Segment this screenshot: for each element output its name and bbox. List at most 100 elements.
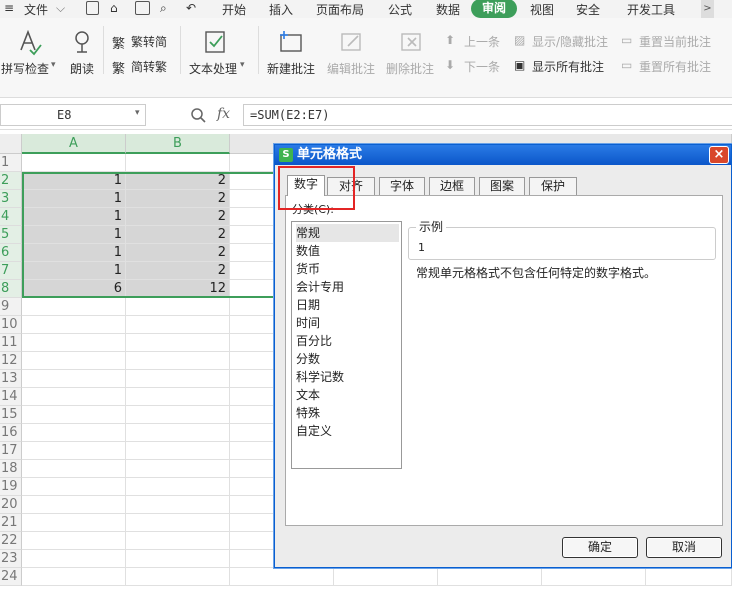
print-icon[interactable] <box>135 1 150 15</box>
category-general[interactable]: 常规 <box>296 224 399 242</box>
row-header[interactable]: 12 <box>0 352 22 370</box>
row-header[interactable]: 20 <box>0 496 22 514</box>
row-header[interactable]: 16 <box>0 424 22 442</box>
row-header[interactable]: 9 <box>0 298 22 316</box>
table-cell[interactable] <box>542 568 646 586</box>
tab-number[interactable]: 数字 <box>287 175 325 196</box>
reset-all-button[interactable]: 重置所有批注 <box>639 58 711 75</box>
prev-comment-button[interactable]: 上一条 <box>464 33 500 50</box>
row-header[interactable]: 13 <box>0 370 22 388</box>
reset-current-button[interactable]: 重置当前批注 <box>639 33 711 50</box>
row-header[interactable]: 5 <box>0 226 22 244</box>
row-header[interactable]: 19 <box>0 478 22 496</box>
table-cell[interactable]: 12 <box>126 280 230 298</box>
fx-icon[interactable]: fx <box>217 106 230 122</box>
read-aloud-button[interactable]: 朗读 <box>70 60 94 77</box>
table-cell[interactable]: 1 <box>22 262 126 280</box>
row-header[interactable]: 4 <box>0 208 22 226</box>
category-percentage[interactable]: 百分比 <box>296 332 399 350</box>
column-header-a[interactable]: A <box>22 134 126 154</box>
table-cell[interactable] <box>22 514 126 532</box>
ok-button[interactable]: 确定 <box>562 537 638 558</box>
spellcheck-dropdown-icon[interactable]: ▾ <box>51 60 56 70</box>
row-header[interactable]: 18 <box>0 460 22 478</box>
table-cell[interactable] <box>22 496 126 514</box>
table-cell[interactable] <box>230 568 334 586</box>
table-cell[interactable] <box>126 496 230 514</box>
tab-developer[interactable]: 开发工具 <box>627 1 675 18</box>
category-date[interactable]: 日期 <box>296 296 399 314</box>
next-comment-button[interactable]: 下一条 <box>464 58 500 75</box>
table-cell[interactable] <box>126 532 230 550</box>
tab-page-layout[interactable]: 页面布局 <box>316 1 364 18</box>
new-comment-button[interactable]: 新建批注 <box>267 60 315 77</box>
format-painter-icon[interactable]: ⌂ <box>110 1 118 15</box>
table-cell[interactable] <box>22 424 126 442</box>
tab-border[interactable]: 边框 <box>429 177 475 195</box>
table-cell[interactable] <box>438 568 542 586</box>
category-accounting[interactable]: 会计专用 <box>296 278 399 296</box>
undo-icon[interactable]: ↶ <box>186 1 196 15</box>
table-cell[interactable]: 2 <box>126 226 230 244</box>
edit-comment-button[interactable]: 编辑批注 <box>327 60 375 77</box>
table-cell[interactable] <box>126 478 230 496</box>
row-header[interactable]: 22 <box>0 532 22 550</box>
hamburger-icon[interactable]: ≡ <box>4 1 14 15</box>
table-cell[interactable] <box>22 298 126 316</box>
tab-review[interactable]: 审阅 <box>471 0 517 18</box>
row-header[interactable]: 14 <box>0 388 22 406</box>
tab-insert[interactable]: 插入 <box>269 1 293 18</box>
text-process-dropdown-icon[interactable]: ▾ <box>240 60 245 70</box>
table-cell[interactable]: 1 <box>22 208 126 226</box>
select-all-corner[interactable] <box>0 134 22 154</box>
table-cell[interactable] <box>22 532 126 550</box>
chevron-down-icon[interactable]: ⌵ <box>56 1 65 16</box>
table-cell[interactable] <box>22 316 126 334</box>
table-cell[interactable]: 1 <box>22 244 126 262</box>
table-cell[interactable] <box>22 550 126 568</box>
row-header[interactable]: 1 <box>0 154 22 172</box>
category-number[interactable]: 数值 <box>296 242 399 260</box>
table-cell[interactable] <box>22 388 126 406</box>
trad-to-simp-button[interactable]: 繁转简 <box>131 33 167 50</box>
table-cell[interactable] <box>126 352 230 370</box>
tab-home[interactable]: 开始 <box>222 1 246 18</box>
row-header[interactable]: 6 <box>0 244 22 262</box>
row-header[interactable]: 24 <box>0 568 22 586</box>
category-text[interactable]: 文本 <box>296 386 399 404</box>
row-header[interactable]: 15 <box>0 406 22 424</box>
table-cell[interactable] <box>126 442 230 460</box>
name-box[interactable]: E8 <box>0 104 146 126</box>
tab-alignment[interactable]: 对齐 <box>327 177 375 195</box>
table-cell[interactable] <box>126 154 230 172</box>
table-cell[interactable] <box>22 334 126 352</box>
show-hide-comment-button[interactable]: 显示/隐藏批注 <box>532 33 608 50</box>
table-cell[interactable] <box>126 370 230 388</box>
tab-data[interactable]: 数据 <box>436 1 460 18</box>
table-cell[interactable] <box>126 406 230 424</box>
print-preview-icon[interactable]: ⌕ <box>160 1 167 16</box>
row-header[interactable]: 7 <box>0 262 22 280</box>
table-cell[interactable] <box>22 406 126 424</box>
table-cell[interactable] <box>126 334 230 352</box>
table-cell[interactable]: 2 <box>126 244 230 262</box>
spellcheck-button[interactable]: 拼写检查 <box>1 60 49 77</box>
table-cell[interactable]: 2 <box>126 172 230 190</box>
name-box-dropdown-icon[interactable]: ▾ <box>135 108 140 118</box>
row-header[interactable]: 3 <box>0 190 22 208</box>
table-cell[interactable] <box>126 316 230 334</box>
table-cell[interactable]: 1 <box>22 226 126 244</box>
table-cell[interactable] <box>22 370 126 388</box>
table-cell[interactable] <box>646 568 732 586</box>
save-icon[interactable] <box>86 1 99 15</box>
table-cell[interactable] <box>126 388 230 406</box>
category-time[interactable]: 时间 <box>296 314 399 332</box>
table-cell[interactable] <box>334 568 438 586</box>
table-cell[interactable] <box>126 460 230 478</box>
table-cell[interactable] <box>126 568 230 586</box>
tab-font[interactable]: 字体 <box>379 177 425 195</box>
table-cell[interactable] <box>126 514 230 532</box>
table-cell[interactable]: 2 <box>126 208 230 226</box>
column-header-b[interactable]: B <box>126 134 230 154</box>
delete-comment-button[interactable]: 删除批注 <box>386 60 434 77</box>
